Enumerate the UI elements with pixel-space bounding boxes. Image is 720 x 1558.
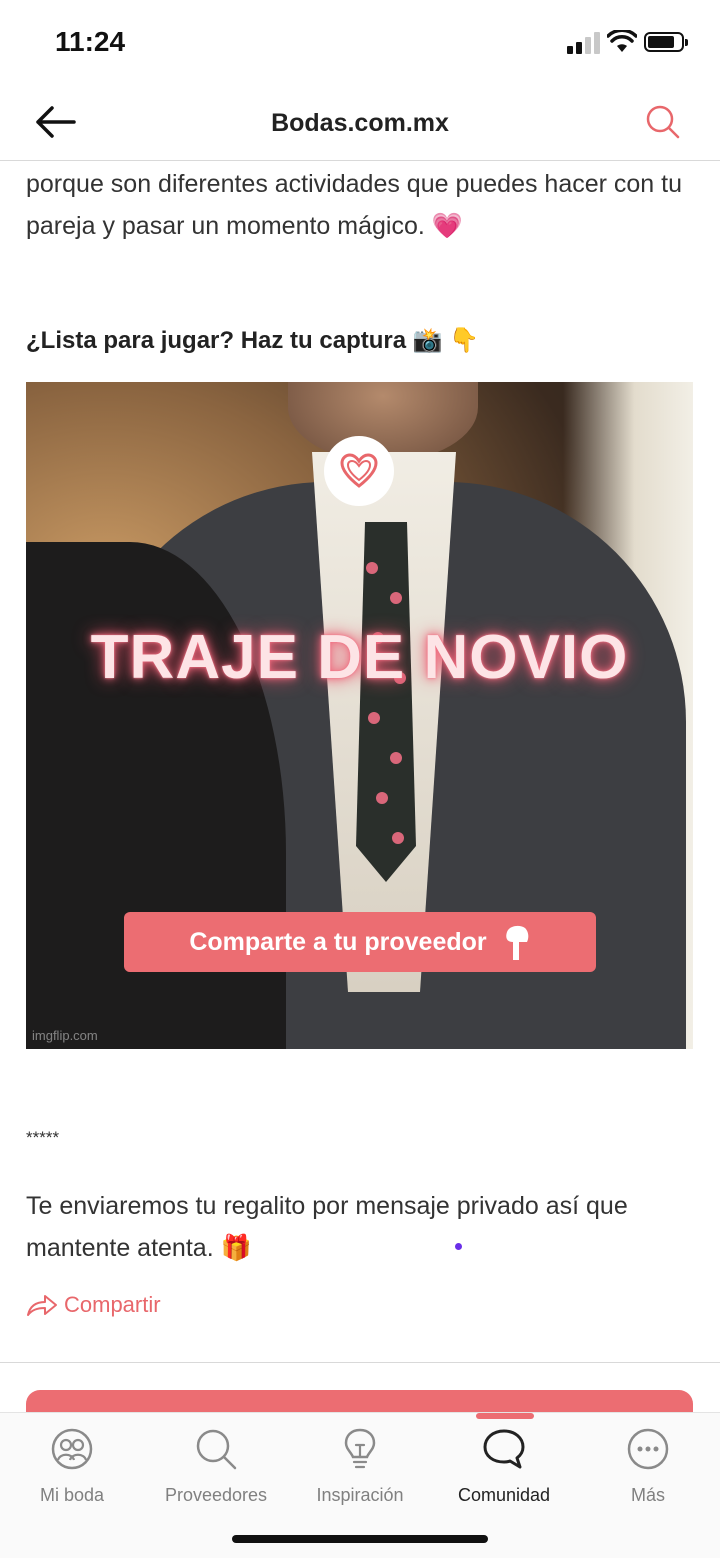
closing-paragraph: Te enviaremos tu regalito por mensaje pr… [26,1192,628,1262]
tab-label: Mi boda [39,1485,105,1505]
traje-de-novio-image[interactable]: TRAJE DE NOVIO Comparte a tu proveedor i… [26,382,693,1049]
lightbulb-icon [344,1428,376,1469]
prompt-heading: ¿Lista para jugar? Haz tu captura 📸 👇 [26,327,480,354]
share-label: Compartir [64,1292,161,1317]
cellular-signal-icon [567,32,601,54]
floral-tie [356,522,416,882]
chat-bubble-icon [483,1429,525,1469]
tab-proveedores[interactable]: Proveedores [144,1425,288,1506]
tab-mi-boda[interactable]: Mi boda [0,1425,144,1506]
search-icon [646,105,680,139]
intro-paragraph: porque son diferentes actividades que pu… [26,170,683,240]
couple-icon [51,1428,93,1470]
bottom-tab-bar: Mi boda Proveedores Inspiración Comunida… [0,1412,720,1558]
share-provider-button[interactable]: Comparte a tu proveedor [124,912,596,972]
tab-inspiracion[interactable]: Inspiración [288,1425,432,1506]
status-bar: 11:24 [0,0,720,88]
wifi-icon [607,30,637,52]
top-navigation-bar: Bodas.com.mx [0,88,720,161]
heart-badge [324,436,394,506]
pointing-hand-icon [505,925,528,960]
status-time: 11:24 [55,26,126,57]
image-title: TRAJE DE NOVIO [90,623,629,692]
tab-mas[interactable]: Más [576,1425,720,1506]
decorative-dot [455,1243,462,1250]
tab-label: Proveedores [164,1485,268,1505]
tab-label: Comunidad [457,1485,551,1505]
pink-action-bar[interactable] [26,1390,693,1412]
more-dots-icon [627,1428,669,1470]
share-arrow-icon [27,1295,57,1316]
search-icon [196,1429,237,1470]
watermark: imgflip.com [32,1028,98,1043]
section-divider [0,1362,720,1363]
active-tab-indicator [476,1413,534,1419]
search-button[interactable] [640,100,686,146]
article-content: porque son diferentes actividades que pu… [0,160,720,1412]
cta-label: Comparte a tu proveedor [189,927,487,956]
separator-stars: ***** [26,1128,60,1147]
tab-label: Más [630,1485,665,1505]
page-title: Bodas.com.mx [271,109,449,137]
tab-label: Inspiración [316,1485,404,1505]
home-indicator [232,1535,488,1543]
tab-comunidad[interactable]: Comunidad [432,1413,576,1506]
heart-icon [340,453,378,488]
battery-icon [644,32,688,52]
share-link[interactable]: Compartir [26,1292,161,1318]
